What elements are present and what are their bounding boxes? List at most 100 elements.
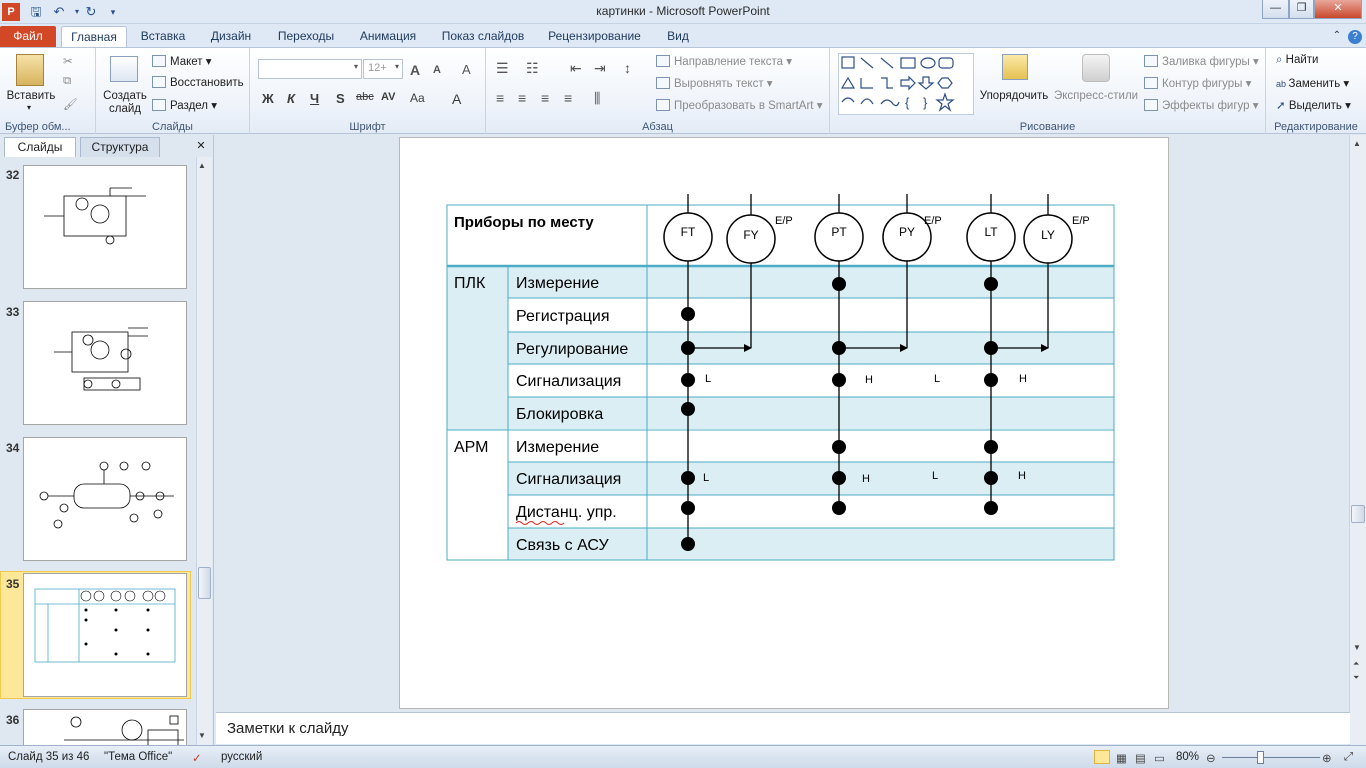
shape-fill-button[interactable]: Заливка фигуры ▾ <box>1144 54 1259 68</box>
normal-view-icon[interactable] <box>1094 750 1110 764</box>
char-spacing-button[interactable]: AV <box>381 91 395 103</box>
increase-indent-icon[interactable]: ⇥ <box>594 60 606 77</box>
reset-button[interactable]: Восстановить <box>152 76 244 89</box>
group-plc: ПЛК <box>454 275 486 292</box>
align-center-icon[interactable]: ≡ <box>518 90 526 106</box>
minimize-button[interactable]: — <box>1262 0 1289 19</box>
instrument-tag: PT <box>831 225 847 239</box>
next-slide-icon[interactable]: ⏷ <box>1353 673 1359 683</box>
binoculars-icon: ⌕ <box>1276 54 1286 66</box>
bullets-icon[interactable]: ☰ <box>496 60 509 77</box>
tab-transitions[interactable]: Переходы <box>270 26 342 48</box>
tab-review[interactable]: Рецензирование <box>542 26 647 48</box>
change-case-button[interactable]: Aa <box>410 91 425 105</box>
shrink-font-button[interactable]: A <box>433 64 441 76</box>
zoom-in-icon[interactable]: ⊕ <box>1322 751 1332 765</box>
help-icon[interactable]: ? <box>1348 30 1362 44</box>
paste-dropdown-icon[interactable]: ▾ <box>27 103 31 112</box>
previous-slide-icon[interactable]: ⏶ <box>1353 659 1359 669</box>
thumbnail-slide-36[interactable] <box>23 709 187 747</box>
bold-button[interactable]: Ж <box>262 91 274 106</box>
justify-icon[interactable]: ≡ <box>564 90 572 106</box>
thumbnail-diagram <box>34 588 176 663</box>
theme-name[interactable]: "Тема Office" <box>104 751 172 763</box>
select-button[interactable]: ➚ Выделить ▾ <box>1276 98 1351 112</box>
align-text-button[interactable]: Выровнять текст ▾ <box>656 76 773 90</box>
language-indicator[interactable]: русский <box>221 751 262 763</box>
text-direction-button[interactable]: Направление текста ▾ <box>656 54 792 68</box>
line-spacing-icon[interactable]: ↕ <box>624 60 631 76</box>
tab-animations[interactable]: Анимация <box>352 26 424 48</box>
font-color-button[interactable]: A <box>452 91 461 107</box>
scroll-thumb[interactable] <box>198 567 211 599</box>
notes-pane[interactable]: Заметки к слайду <box>216 712 1350 744</box>
zoom-slider-track[interactable] <box>1222 757 1320 758</box>
tab-view[interactable]: Вид <box>657 26 699 48</box>
shapes-gallery[interactable]: {} <box>838 53 974 115</box>
collapse-ribbon-icon[interactable]: ⌃ <box>1330 26 1344 48</box>
find-button[interactable]: ⌕ Найти <box>1276 54 1318 67</box>
clipboard-label: Буфер обм... <box>5 121 71 133</box>
zoom-out-icon[interactable]: ⊖ <box>1206 751 1216 765</box>
grow-font-button[interactable]: A <box>410 62 420 78</box>
close-panel-icon[interactable]: ✕ <box>192 137 210 157</box>
tab-slideshow[interactable]: Показ слайдов <box>434 26 532 48</box>
scroll-down-icon[interactable]: ▼ <box>1353 643 1361 652</box>
zoom-slider-thumb[interactable] <box>1257 751 1264 764</box>
section-button[interactable]: Раздел ▾ <box>152 98 217 112</box>
strikethrough-button[interactable]: abc <box>356 91 374 103</box>
paste-button[interactable]: Вставить <box>6 90 56 102</box>
copy-icon[interactable]: ⧉ <box>63 75 71 88</box>
replace-button[interactable]: ab Заменить ▾ <box>1276 76 1349 90</box>
zoom-level[interactable]: 80% <box>1176 751 1199 763</box>
maximize-button[interactable]: ❐ <box>1289 0 1314 19</box>
font-family-combo[interactable]: ▾ <box>258 59 362 79</box>
tab-home[interactable]: Главная <box>61 26 127 48</box>
tab-structure[interactable]: Структура <box>80 137 160 157</box>
scroll-down-icon[interactable]: ▼ <box>198 731 206 740</box>
select-label: Выделить <box>1288 100 1342 112</box>
clear-format-button[interactable]: A <box>462 62 471 77</box>
decrease-indent-icon[interactable]: ⇤ <box>570 60 582 77</box>
slide-sorter-icon[interactable]: ▦ <box>1116 751 1127 765</box>
replace-icon: ab <box>1276 79 1289 89</box>
tab-insert[interactable]: Вставка <box>134 26 192 48</box>
align-right-icon[interactable]: ≡ <box>541 90 549 106</box>
thumbnail-slide-34[interactable] <box>23 437 187 561</box>
align-left-icon[interactable]: ≡ <box>496 90 504 106</box>
new-slide-button[interactable]: Создать слайд <box>102 90 148 116</box>
thumbnail-slide-32[interactable] <box>23 165 187 289</box>
cut-icon[interactable]: ✂ <box>63 54 73 68</box>
close-window-button[interactable]: ✕ <box>1314 0 1362 19</box>
thumbnails-scrollbar[interactable]: ▲ ▼ <box>196 157 212 745</box>
underline-button[interactable]: Ч <box>310 91 319 106</box>
shape-outline-button[interactable]: Контур фигуры ▾ <box>1144 76 1251 90</box>
layout-button[interactable]: Макет ▾ <box>152 54 212 68</box>
fit-to-window-icon[interactable]: ⤢ <box>1344 751 1353 764</box>
scroll-thumb[interactable] <box>1351 505 1365 523</box>
slide-canvas[interactable]: Приборы по месту ПЛК АРМ Измерение Регис… <box>399 137 1169 709</box>
tab-design[interactable]: Дизайн <box>202 26 260 48</box>
shapes-gallery-icons: {} <box>840 56 955 112</box>
slideshow-icon[interactable]: ▭ <box>1154 751 1165 765</box>
format-painter-icon[interactable]: 🖌 <box>63 97 78 111</box>
italic-button[interactable]: К <box>287 91 295 106</box>
shadow-button[interactable]: S <box>336 91 345 106</box>
arrange-button[interactable]: Упорядочить <box>978 90 1050 102</box>
shape-effects-button[interactable]: Эффекты фигур ▾ <box>1144 98 1259 112</box>
reading-view-icon[interactable]: ▤ <box>1135 751 1146 765</box>
font-size-combo[interactable]: 12+ ▾ <box>363 59 403 79</box>
scroll-up-icon[interactable]: ▲ <box>1353 139 1361 148</box>
main-scrollbar[interactable]: ▲ ▼ ⏶ ⏷ <box>1349 135 1366 745</box>
numbering-icon[interactable]: ☷ <box>526 60 539 77</box>
columns-icon[interactable]: ⫼ <box>594 90 600 107</box>
spellcheck-icon[interactable]: ✓ <box>192 751 202 765</box>
row-label: Регулирование <box>516 341 628 358</box>
scroll-up-icon[interactable]: ▲ <box>198 161 206 170</box>
thumbnail-slide-35[interactable] <box>23 573 187 697</box>
thumbnail-slide-33[interactable] <box>23 301 187 425</box>
quick-styles-button[interactable]: Экспресс-стили <box>1054 90 1138 102</box>
tab-slides[interactable]: Слайды <box>4 137 76 157</box>
smartart-button[interactable]: Преобразовать в SmartArt ▾ <box>656 98 822 112</box>
tab-file[interactable]: Файл <box>0 26 56 48</box>
